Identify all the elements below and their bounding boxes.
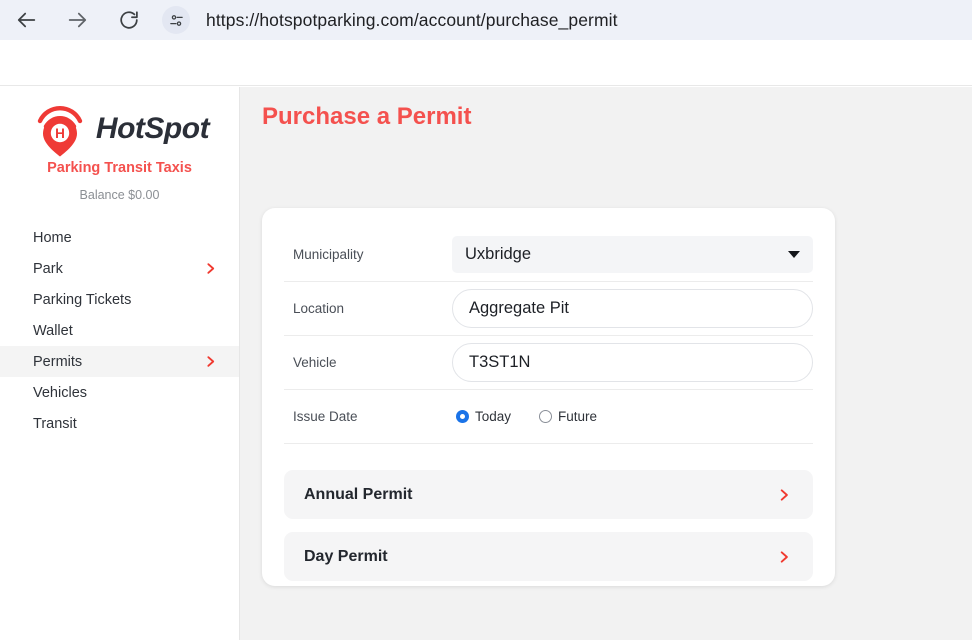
sidebar-item-vehicles[interactable]: Vehicles bbox=[0, 377, 239, 408]
field-row-issue-date: Issue Date Today Future bbox=[284, 390, 813, 444]
brand-tagline: Parking Transit Taxis bbox=[47, 160, 192, 176]
location-input[interactable]: Aggregate Pit bbox=[452, 289, 813, 328]
field-row-municipality: Municipality Uxbridge bbox=[284, 228, 813, 282]
sidebar-item-park[interactable]: Park bbox=[0, 253, 239, 284]
sidebar-item-home[interactable]: Home bbox=[0, 222, 239, 253]
vehicle-input[interactable]: T3ST1N bbox=[452, 343, 813, 382]
sidebar-item-wallet[interactable]: Wallet bbox=[0, 315, 239, 346]
purchase-permit-card: Municipality Uxbridge Location Aggregate… bbox=[262, 208, 835, 586]
radio-icon[interactable] bbox=[456, 410, 469, 423]
sidebar-nav: Home Park Parking Tickets Wallet Permits… bbox=[0, 222, 239, 439]
hotspot-location-pin-icon: H bbox=[37, 106, 83, 157]
issue-date-option-future[interactable]: Future bbox=[539, 409, 597, 424]
chevron-right-icon bbox=[207, 356, 215, 367]
back-button[interactable] bbox=[10, 3, 44, 37]
logo-row: H HotSpot bbox=[0, 95, 239, 157]
municipality-label: Municipality bbox=[293, 247, 364, 262]
issue-date-option-label: Future bbox=[558, 409, 598, 424]
account-balance: Balance $0.00 bbox=[79, 188, 160, 202]
sidebar-item-label: Park bbox=[33, 260, 63, 277]
sidebar-item-label: Permits bbox=[33, 353, 83, 370]
chevron-down-icon bbox=[788, 251, 800, 258]
field-row-location: Location Aggregate Pit bbox=[284, 282, 813, 336]
municipality-value: Uxbridge bbox=[465, 245, 532, 263]
sidebar-item-parking-tickets[interactable]: Parking Tickets bbox=[0, 284, 239, 315]
forward-arrow-icon bbox=[68, 12, 87, 28]
issue-date-option-label: Today bbox=[475, 409, 512, 424]
site-settings-button[interactable] bbox=[162, 6, 190, 34]
browser-toolbar: https://hotspotparking.com/account/purch… bbox=[0, 0, 972, 40]
address-bar[interactable]: https://hotspotparking.com/account/purch… bbox=[162, 3, 972, 37]
sidebar-item-label: Wallet bbox=[33, 322, 73, 339]
url-text: https://hotspotparking.com/account/purch… bbox=[206, 9, 618, 30]
location-label: Location bbox=[293, 301, 345, 316]
sidebar-item-permits[interactable]: Permits bbox=[0, 346, 239, 377]
chevron-right-icon bbox=[207, 263, 215, 274]
sidebar: H HotSpot Parking Transit Taxis Balance … bbox=[0, 87, 240, 640]
issue-date-radio-group: Today Future bbox=[452, 409, 813, 424]
permit-option-label: Day Permit bbox=[304, 547, 388, 565]
page-content: H HotSpot Parking Transit Taxis Balance … bbox=[0, 87, 972, 640]
municipality-select[interactable]: Uxbridge bbox=[452, 236, 813, 273]
page-title: Purchase a Permit bbox=[262, 103, 472, 130]
location-value: Aggregate Pit bbox=[469, 299, 569, 317]
forward-button[interactable] bbox=[60, 3, 94, 37]
vehicle-label: Vehicle bbox=[293, 355, 337, 370]
main-content: Purchase a Permit Municipality Uxbridge … bbox=[241, 87, 972, 640]
sidebar-item-label: Parking Tickets bbox=[33, 291, 132, 308]
browser-bookmark-strip bbox=[0, 40, 972, 86]
chevron-right-icon bbox=[780, 488, 788, 501]
permit-option-label: Annual Permit bbox=[304, 485, 413, 503]
field-row-vehicle: Vehicle T3ST1N bbox=[284, 336, 813, 390]
reload-button[interactable] bbox=[112, 3, 146, 37]
brand-block: H HotSpot Parking Transit Taxis Balance … bbox=[0, 87, 239, 202]
permit-option-annual[interactable]: Annual Permit bbox=[284, 470, 813, 519]
brand-name: HotSpot bbox=[95, 112, 210, 145]
sidebar-item-transit[interactable]: Transit bbox=[0, 408, 239, 439]
radio-icon[interactable] bbox=[539, 410, 553, 423]
issue-date-option-today[interactable]: Today bbox=[456, 409, 511, 424]
back-arrow-icon bbox=[17, 12, 36, 28]
sidebar-item-label: Transit bbox=[33, 415, 77, 432]
site-settings-sliders-icon bbox=[169, 14, 183, 26]
vehicle-value: T3ST1N bbox=[469, 353, 531, 371]
sidebar-item-label: Vehicles bbox=[33, 384, 88, 401]
svg-text:H: H bbox=[55, 126, 65, 141]
reload-icon bbox=[120, 11, 138, 29]
permit-option-day[interactable]: Day Permit bbox=[284, 532, 813, 581]
sidebar-item-label: Home bbox=[33, 229, 72, 246]
issue-date-label: Issue Date bbox=[293, 409, 358, 424]
chevron-right-icon bbox=[780, 550, 788, 563]
